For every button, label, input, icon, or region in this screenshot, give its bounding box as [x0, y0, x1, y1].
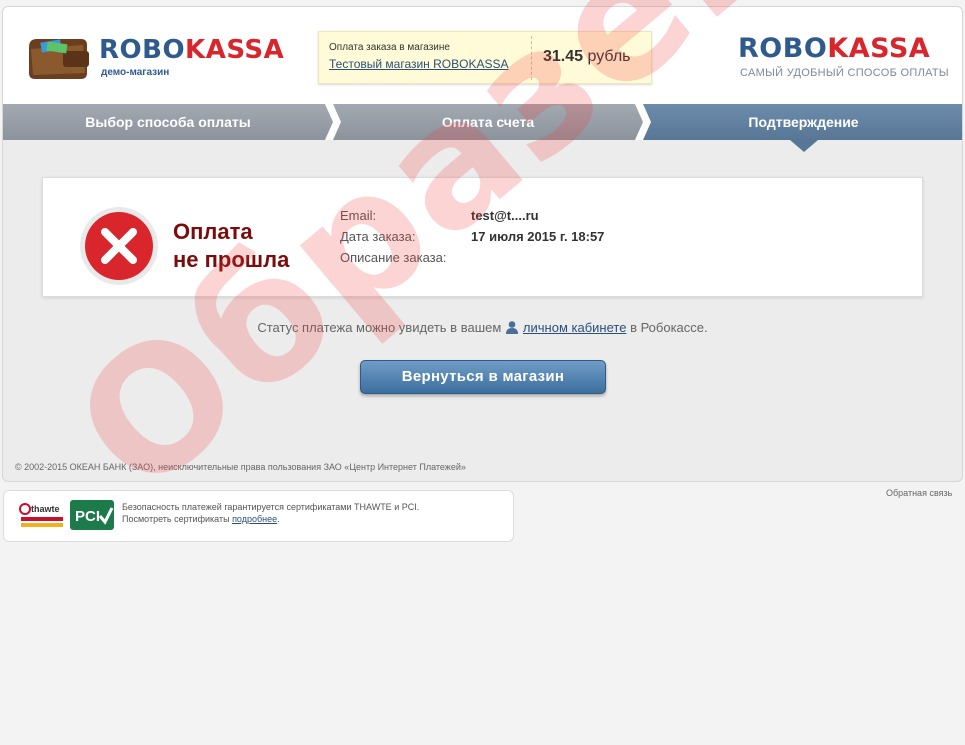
pci-badge-icon: PCI: [70, 500, 114, 530]
wallet-icon: [29, 39, 89, 79]
feedback-link[interactable]: Обратная связь: [886, 488, 952, 498]
order-label: Оплата заказа в магазине: [329, 42, 450, 53]
order-amount: 31.45 рубль: [543, 48, 631, 65]
security-certificates: thawte PCI Безопасность платежей гаранти…: [3, 490, 514, 542]
svg-text:thawte: thawte: [31, 504, 60, 514]
divider: [531, 36, 532, 80]
robokassa-logo[interactable]: ROBOKASSA: [99, 35, 284, 65]
payment-failed-title: Оплата не прошла: [173, 219, 290, 272]
shop-link[interactable]: Тестовый магазин ROBOKASSA: [329, 57, 509, 71]
certificate-text: Безопасность платежей гарантируется серт…: [122, 502, 420, 524]
step-confirmation: Подтверждение: [643, 104, 962, 140]
active-step-pointer: [790, 140, 818, 152]
progress-steps: Выбор способа оплаты Оплата счета Подтве…: [3, 104, 962, 140]
chevron-right-icon: [325, 104, 341, 140]
order-summary: Оплата заказа в магазине Тестовый магази…: [318, 31, 652, 84]
certificates-more-link[interactable]: подробнее: [232, 514, 277, 524]
return-to-shop-button[interactable]: Вернуться в магазин: [360, 360, 606, 394]
slogan: САМЫЙ УДОБНЫЙ СПОСОБ ОПЛАТЫ: [740, 67, 949, 79]
copyright: © 2002-2015 ОКЕАН БАНК (ЗАО), неисключит…: [15, 462, 466, 472]
error-icon: [80, 207, 158, 285]
step-pay-invoice: Оплата счета: [333, 104, 643, 140]
cabinet-link[interactable]: личном кабинете: [523, 320, 627, 335]
robokassa-logo-right[interactable]: ROBOKASSA: [738, 33, 930, 64]
thawte-badge-icon: thawte: [18, 501, 66, 531]
step-choose-method: Выбор способа оплаты: [3, 104, 333, 140]
demo-shop-label: демо-магазин: [101, 67, 170, 78]
status-message: Статус платежа можно увидеть в вашем лич…: [257, 320, 708, 335]
chevron-right-icon: [635, 104, 651, 140]
svg-text:PCI: PCI: [75, 508, 100, 525]
payment-card: ROBOKASSA демо-магазин Оплата заказа в м…: [2, 6, 963, 482]
result-panel: Оплата не прошла Email: test@t....ru Дат…: [42, 177, 923, 297]
header: ROBOKASSA демо-магазин Оплата заказа в м…: [3, 7, 962, 104]
user-icon: [505, 321, 518, 334]
